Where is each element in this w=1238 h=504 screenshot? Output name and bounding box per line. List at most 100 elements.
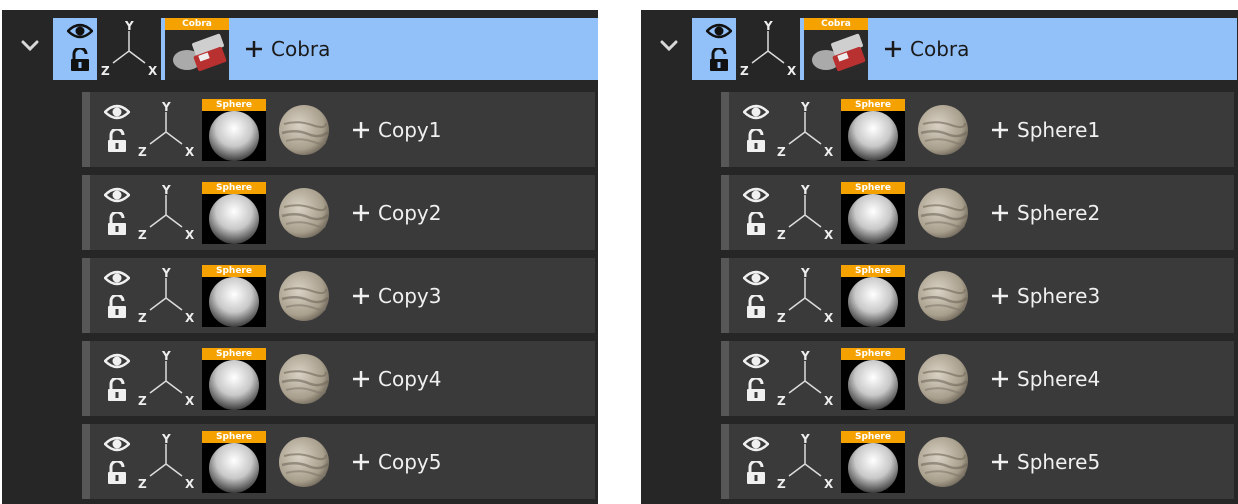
tree-item-child[interactable]: Y Z X Sphere xyxy=(82,424,595,499)
svg-text:Z: Z xyxy=(138,394,147,408)
geometry-thumbnail[interactable]: Cobra xyxy=(165,18,229,80)
tree-item-child[interactable]: Y Z X Sphere xyxy=(82,92,595,167)
unlock-icon[interactable] xyxy=(69,46,91,76)
sphere-thumbnail[interactable]: Sphere xyxy=(841,347,905,410)
eye-icon[interactable] xyxy=(742,186,770,208)
svg-text:X: X xyxy=(824,311,834,325)
sphere-thumbnail[interactable]: Sphere xyxy=(202,430,266,493)
material-thumbnail[interactable] xyxy=(278,353,330,405)
tree-item-label: Copy4 xyxy=(378,366,442,391)
sphere-thumbnail[interactable]: Sphere xyxy=(202,347,266,410)
add-icon[interactable] xyxy=(989,285,1011,307)
tree-item-label: Sphere4 xyxy=(1017,366,1101,391)
unlock-icon[interactable] xyxy=(106,293,128,323)
collapse-chevron-icon[interactable] xyxy=(20,38,40,54)
eye-icon[interactable] xyxy=(66,22,94,44)
tree-item-label: Sphere5 xyxy=(1017,449,1101,474)
material-thumbnail[interactable] xyxy=(917,270,969,322)
tree-item-child[interactable]: Y Z X Sphere xyxy=(82,341,595,416)
sphere-thumbnail[interactable]: Sphere xyxy=(841,98,905,161)
add-icon[interactable] xyxy=(350,202,372,224)
unlock-icon[interactable] xyxy=(708,46,730,76)
geometry-thumbnail[interactable]: Cobra xyxy=(804,18,868,80)
svg-text:X: X xyxy=(824,145,834,159)
svg-text:Z: Z xyxy=(777,228,786,242)
transform-axis-icon: Y Z X xyxy=(773,348,837,410)
eye-icon[interactable] xyxy=(103,352,131,374)
scene-tree-panel-right: Y Z X Cobra Cobra Y Z X Sphere Sphere1 Y… xyxy=(641,10,1238,504)
svg-text:X: X xyxy=(185,477,195,491)
tree-item-label: Copy3 xyxy=(378,283,442,308)
tree-item-child[interactable]: Y Z X Sphere xyxy=(721,92,1234,167)
tree-item-label: Copy5 xyxy=(378,449,442,474)
svg-text:Y: Y xyxy=(800,183,810,197)
tree-item-parent[interactable]: Y Z X Cobra Cobra xyxy=(692,18,1237,80)
tree-item-child[interactable]: Y Z X Sphere xyxy=(721,341,1234,416)
tree-item-label: Cobra xyxy=(271,37,331,61)
material-thumbnail[interactable] xyxy=(917,104,969,156)
add-icon[interactable] xyxy=(882,38,904,60)
unlock-icon[interactable] xyxy=(106,127,128,157)
svg-text:Z: Z xyxy=(138,311,147,325)
svg-text:Z: Z xyxy=(138,145,147,159)
unlock-icon[interactable] xyxy=(745,293,767,323)
svg-text:X: X xyxy=(824,477,834,491)
eye-icon[interactable] xyxy=(742,103,770,125)
add-icon[interactable] xyxy=(350,368,372,390)
unlock-icon[interactable] xyxy=(745,210,767,240)
eye-icon[interactable] xyxy=(705,22,733,44)
eye-icon[interactable] xyxy=(103,435,131,457)
eye-icon[interactable] xyxy=(103,186,131,208)
sphere-thumbnail[interactable]: Sphere xyxy=(841,430,905,493)
material-thumbnail[interactable] xyxy=(278,436,330,488)
sphere-thumbnail[interactable]: Sphere xyxy=(202,98,266,161)
svg-text:X: X xyxy=(824,228,834,242)
svg-text:Y: Y xyxy=(161,432,171,446)
svg-text:Y: Y xyxy=(161,183,171,197)
add-icon[interactable] xyxy=(989,368,1011,390)
eye-icon[interactable] xyxy=(103,269,131,291)
eye-icon[interactable] xyxy=(742,352,770,374)
add-icon[interactable] xyxy=(989,119,1011,141)
unlock-icon[interactable] xyxy=(106,210,128,240)
add-icon[interactable] xyxy=(243,38,265,60)
material-thumbnail[interactable] xyxy=(917,436,969,488)
add-icon[interactable] xyxy=(989,451,1011,473)
add-icon[interactable] xyxy=(989,202,1011,224)
svg-text:Y: Y xyxy=(800,100,810,114)
material-thumbnail[interactable] xyxy=(917,353,969,405)
add-icon[interactable] xyxy=(350,119,372,141)
material-thumbnail[interactable] xyxy=(278,270,330,322)
transform-axis-icon: Y Z X xyxy=(134,182,198,244)
unlock-icon[interactable] xyxy=(745,127,767,157)
sphere-thumbnail[interactable]: Sphere xyxy=(841,264,905,327)
tree-item-child[interactable]: Y Z X Sphere xyxy=(721,258,1234,333)
material-thumbnail[interactable] xyxy=(917,187,969,239)
material-thumbnail[interactable] xyxy=(278,187,330,239)
transform-axis-icon: Y Z X xyxy=(773,182,837,244)
sphere-thumbnail[interactable]: Sphere xyxy=(202,181,266,244)
sphere-thumbnail[interactable]: Sphere xyxy=(841,181,905,244)
tree-item-child[interactable]: Y Z X Sphere xyxy=(82,175,595,250)
add-icon[interactable] xyxy=(350,451,372,473)
sphere-thumbnail[interactable]: Sphere xyxy=(202,264,266,327)
unlock-icon[interactable] xyxy=(745,376,767,406)
tree-item-child[interactable]: Y Z X Sphere xyxy=(721,424,1234,499)
collapse-chevron-icon[interactable] xyxy=(659,38,679,54)
tree-item-label: Sphere3 xyxy=(1017,283,1101,308)
svg-text:X: X xyxy=(185,394,195,408)
eye-icon[interactable] xyxy=(103,103,131,125)
tree-item-parent[interactable]: Y Z X Cobra Cobra xyxy=(53,18,598,80)
unlock-icon[interactable] xyxy=(106,459,128,489)
unlock-icon[interactable] xyxy=(745,459,767,489)
svg-text:Z: Z xyxy=(138,477,147,491)
eye-icon[interactable] xyxy=(742,435,770,457)
tree-item-child[interactable]: Y Z X Sphere xyxy=(721,175,1234,250)
tree-item-child[interactable]: Y Z X Sphere xyxy=(82,258,595,333)
unlock-icon[interactable] xyxy=(106,376,128,406)
svg-text:X: X xyxy=(824,394,834,408)
material-thumbnail[interactable] xyxy=(278,104,330,156)
eye-icon[interactable] xyxy=(742,269,770,291)
add-icon[interactable] xyxy=(350,285,372,307)
svg-text:X: X xyxy=(185,311,195,325)
